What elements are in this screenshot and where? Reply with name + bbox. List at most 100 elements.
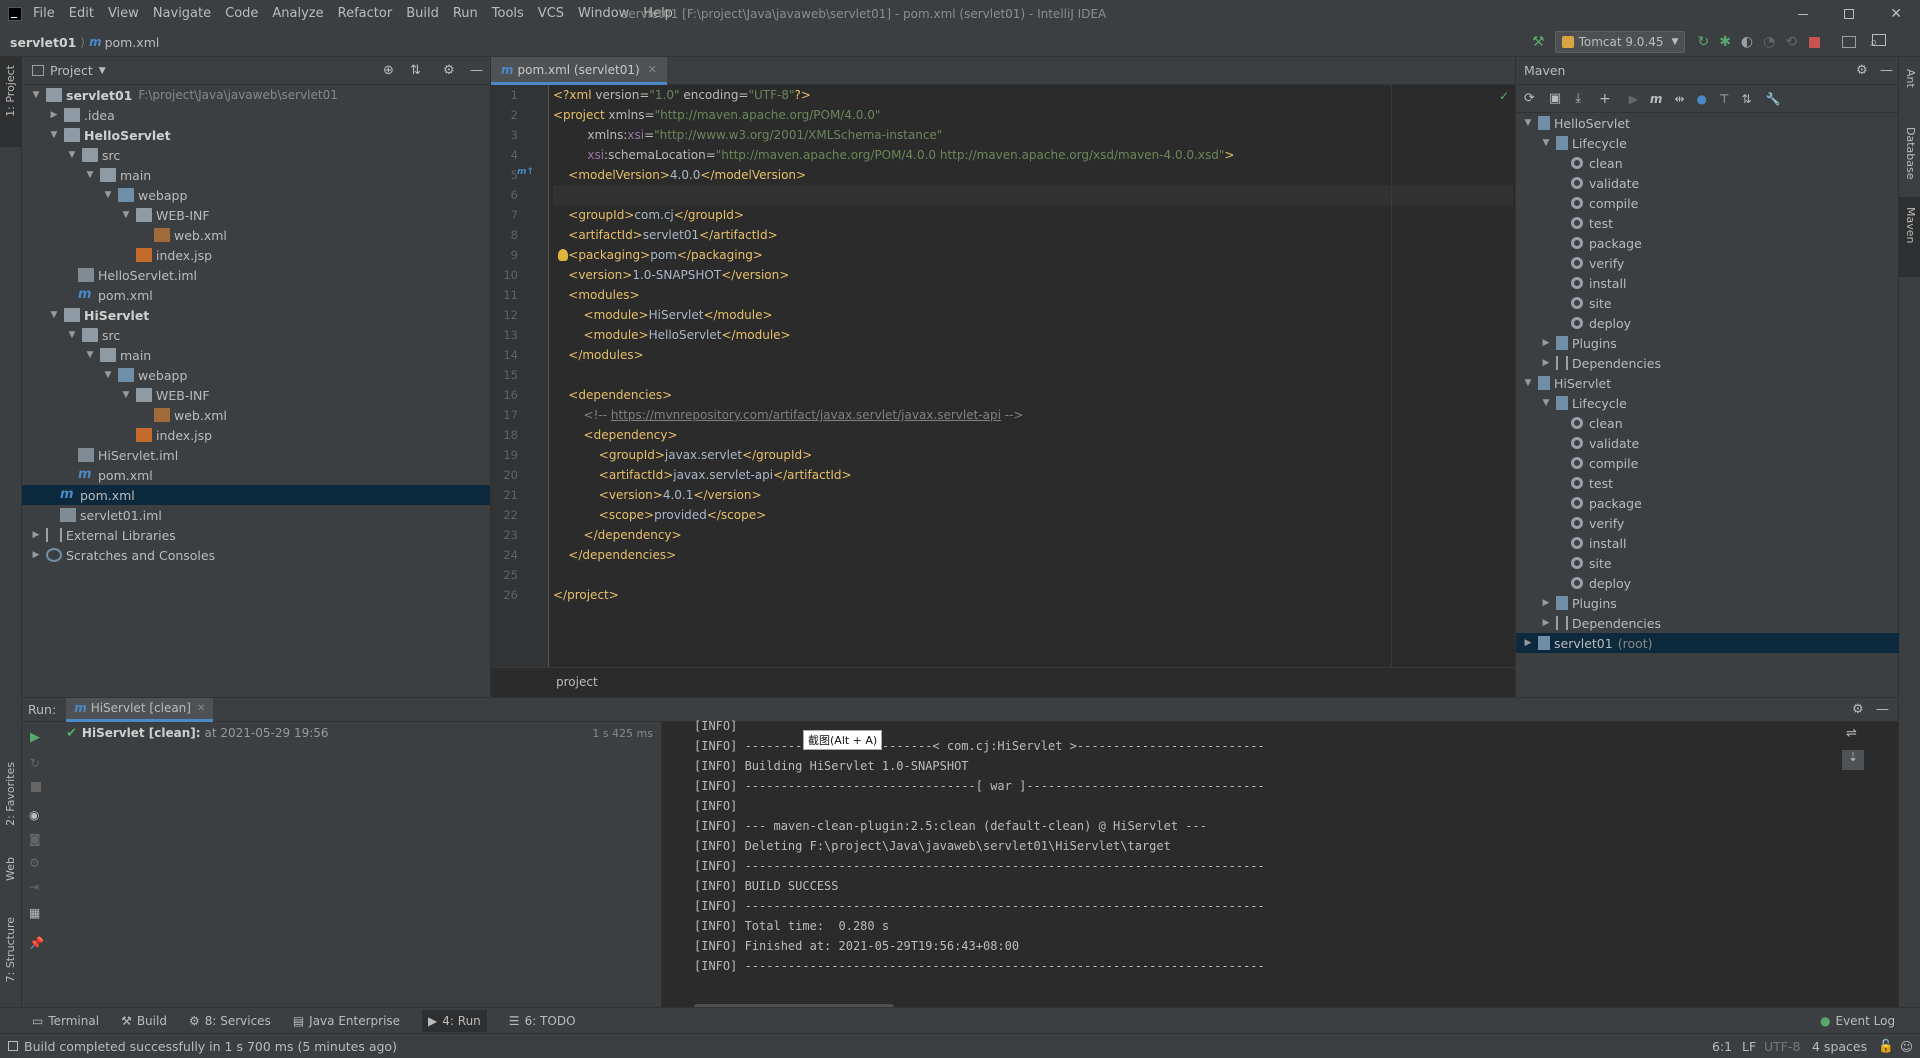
run-icon[interactable]: ▶: [30, 730, 40, 745]
maven-goal[interactable]: site: [1516, 553, 1899, 573]
menu-edit[interactable]: Edit: [62, 0, 101, 28]
maven-module-gutter-icon[interactable]: m↑: [517, 167, 534, 177]
hide-panel-icon[interactable]: —: [1880, 63, 1893, 78]
menu-file[interactable]: File: [26, 0, 62, 28]
tree-item[interactable]: ▼ HiServlet: [22, 305, 490, 325]
maven-goal[interactable]: package: [1516, 233, 1899, 253]
tree-item[interactable]: ▼ servlet01 F:\project\Java\javaweb\servle…: [22, 85, 490, 105]
java-enterprise-tab[interactable]: ▤ Java Enterprise: [293, 1014, 400, 1028]
project-view-select[interactable]: Project: [50, 63, 93, 78]
tree-item[interactable]: index.jsp: [22, 245, 490, 265]
chevron-down-icon[interactable]: ▼: [99, 66, 106, 76]
tree-item[interactable]: ▼ WEB-INF: [22, 205, 490, 225]
xml-breadcrumb[interactable]: project: [491, 667, 1516, 697]
maven-project-item[interactable]: ▼ HelloServlet: [1516, 113, 1899, 133]
maven-goal[interactable]: compile: [1516, 453, 1899, 473]
restore-icon[interactable]: [1844, 9, 1855, 19]
gear-icon[interactable]: ⚙: [443, 63, 455, 78]
code-content[interactable]: <?xml version="1.0" encoding="UTF-8"?> <…: [553, 85, 1513, 605]
editor-tab-pom[interactable]: m pom.xml (servlet01) ✕: [491, 57, 667, 85]
tree-item[interactable]: index.jsp: [22, 425, 490, 445]
eye-icon[interactable]: ◉: [29, 808, 39, 822]
tree-item-selected[interactable]: m pom.xml: [22, 485, 490, 505]
breadcrumb-project[interactable]: servlet01: [10, 35, 76, 50]
maven-dependencies-item[interactable]: ▶ Dependencies: [1516, 353, 1899, 373]
tree-item[interactable]: web.xml: [22, 405, 490, 425]
tree-item[interactable]: ▼ webapp: [22, 365, 490, 385]
maven-plugins-item[interactable]: ▶ Plugins: [1516, 333, 1899, 353]
skip-tests-icon[interactable]: ●: [1697, 92, 1707, 106]
tree-item[interactable]: ▼ main: [22, 165, 490, 185]
coverage-icon[interactable]: ◐: [1741, 34, 1753, 50]
build-tab[interactable]: ⚒ Build: [121, 1014, 167, 1028]
tool-maven-tab[interactable]: Maven: [1904, 207, 1917, 243]
layout-icon[interactable]: [1872, 34, 1886, 46]
file-encoding[interactable]: UTF-8: [1764, 1039, 1800, 1054]
maven-goal[interactable]: verify: [1516, 253, 1899, 273]
services-tab[interactable]: ⚙ 8: Services: [189, 1014, 271, 1028]
tool-ant-tab[interactable]: Ant: [1904, 69, 1917, 88]
toggle-offline-icon[interactable]: ⇹: [1674, 92, 1684, 106]
camera-icon[interactable]: ◙: [29, 832, 41, 846]
collapse-all-icon[interactable]: ⇅: [1741, 92, 1751, 106]
tree-item[interactable]: ▼ src: [22, 325, 490, 345]
maven-goal[interactable]: validate: [1516, 173, 1899, 193]
run-config-select[interactable]: Tomcat 9.0.45 ▼: [1554, 31, 1686, 53]
menu-run[interactable]: Run: [446, 0, 485, 28]
menu-view[interactable]: View: [101, 0, 146, 28]
menu-code[interactable]: Code: [218, 0, 265, 28]
wrench-icon[interactable]: 🔧: [1766, 92, 1781, 106]
locate-icon[interactable]: ⊕: [383, 63, 394, 78]
terminal-tab[interactable]: ▭ Terminal: [32, 1014, 99, 1028]
tree-item[interactable]: servlet01.iml: [22, 505, 490, 525]
event-log-tab[interactable]: ● Event Log: [1820, 1014, 1895, 1028]
maven-goal[interactable]: clean: [1516, 153, 1899, 173]
rerun-icon[interactable]: ↻: [1697, 34, 1709, 50]
add-icon[interactable]: +: [1599, 91, 1611, 107]
maven-dependencies-item[interactable]: ▶ Dependencies: [1516, 613, 1899, 633]
gear-icon[interactable]: ⚙: [1852, 702, 1864, 717]
tree-item[interactable]: ▼ webapp: [22, 185, 490, 205]
tool-favorites-tab[interactable]: 2: Favorites: [4, 762, 17, 826]
hide-panel-icon[interactable]: —: [470, 63, 483, 78]
profile-icon[interactable]: ◔: [1763, 34, 1775, 50]
tool-project-tab[interactable]: 1: Project: [4, 65, 17, 117]
tree-item[interactable]: m pom.xml: [22, 285, 490, 305]
gear-icon[interactable]: ⚙: [1856, 63, 1868, 78]
menu-vcs[interactable]: VCS: [531, 0, 571, 28]
minimize-icon[interactable]: [1798, 13, 1809, 15]
menu-analyze[interactable]: Analyze: [265, 0, 330, 28]
maven-goal[interactable]: deploy: [1516, 573, 1899, 593]
settings-icon[interactable]: ⚙: [29, 856, 40, 870]
tool-database-tab[interactable]: Database: [1904, 127, 1917, 180]
tree-item[interactable]: ▼ main: [22, 345, 490, 365]
tree-item[interactable]: ▶ Scratches and Consoles: [22, 545, 490, 565]
maven-goal[interactable]: site: [1516, 293, 1899, 313]
maven-goal[interactable]: compile: [1516, 193, 1899, 213]
tree-item[interactable]: m pom.xml: [22, 465, 490, 485]
download-icon[interactable]: ⤓: [1575, 91, 1581, 106]
project-structure-icon[interactable]: [1842, 36, 1857, 48]
tree-item[interactable]: ▼ HelloServlet: [22, 125, 490, 145]
collapse-all-icon[interactable]: ⇅: [410, 63, 421, 78]
menu-navigate[interactable]: Navigate: [146, 0, 218, 28]
debug-icon[interactable]: ✱: [1719, 34, 1731, 50]
indent-setting[interactable]: 4 spaces: [1812, 1039, 1867, 1054]
stop-icon[interactable]: [1809, 36, 1821, 48]
tree-item[interactable]: ▼ WEB-INF: [22, 385, 490, 405]
maven-lifecycle-item[interactable]: ▼ Lifecycle: [1516, 133, 1899, 153]
attach-icon[interactable]: ⟲: [1785, 34, 1797, 50]
maven-goal[interactable]: package: [1516, 493, 1899, 513]
tree-item[interactable]: HiServlet.iml: [22, 445, 490, 465]
scroll-to-end-icon[interactable]: ⇣: [1842, 750, 1864, 770]
run-tool-tab[interactable]: ▶ 4: Run: [422, 1009, 487, 1032]
breadcrumb-file[interactable]: pom.xml: [105, 35, 160, 50]
maven-goal[interactable]: verify: [1516, 513, 1899, 533]
maven-goal[interactable]: test: [1516, 473, 1899, 493]
menu-build[interactable]: Build: [399, 0, 446, 28]
hide-panel-icon[interactable]: —: [1876, 702, 1889, 717]
maven-project-item-selected[interactable]: ▶ servlet01 (root): [1516, 633, 1899, 653]
tree-item[interactable]: web.xml: [22, 225, 490, 245]
maven-goal[interactable]: clean: [1516, 413, 1899, 433]
status-message[interactable]: Build completed successfully in 1 s 700 …: [24, 1039, 397, 1054]
